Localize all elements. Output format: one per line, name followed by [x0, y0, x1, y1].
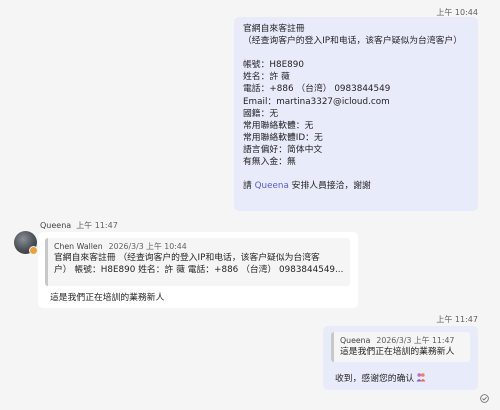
quoted-message[interactable]: Queena 2026/3/3 上午 11:47 這是我們正在培訓的業務新人: [331, 332, 470, 362]
message-line: [243, 47, 469, 59]
sent-message-bubble[interactable]: Queena 2026/3/3 上午 11:47 這是我們正在培訓的業務新人 收到…: [323, 326, 478, 390]
sender-name: Queena: [40, 221, 72, 230]
message-text-content: 收到，感谢您的确认: [335, 374, 415, 384]
message-line: 電話：+886 （台湾） 0983844549: [243, 84, 391, 95]
message-line: Email：martina3327@icloud.com: [243, 96, 390, 107]
message-timestamp: 上午 11:47: [436, 315, 478, 324]
received-message-bubble[interactable]: Chen Wallen 2026/3/3 上午 10:44 官網自來客註冊 （经查…: [38, 232, 358, 308]
sender-line: Queena 上午 11:47: [40, 220, 118, 231]
away-presence-icon: [29, 246, 38, 255]
message-line: 官網自來客註冊: [243, 24, 305, 34]
message-timestamp: 上午 11:47: [76, 221, 118, 230]
message-line: 有無入金：無: [243, 157, 296, 168]
avatar[interactable]: [14, 231, 38, 255]
message-text: 這是我們正在培訓的業務新人: [50, 293, 165, 303]
message-line: 姓名：許 薇: [243, 72, 290, 83]
message-line: 常用聯絡軟體：无: [243, 120, 314, 131]
message-closing-line: 請 Queena 安排人員接洽，謝謝: [243, 180, 469, 192]
quote-date: 2026/3/3 上午 10:44: [108, 242, 187, 251]
sent-message-bubble[interactable]: 官網自來客註冊 （经查询客户的登入IP和电话，该客户疑似为台湾客户） 帳號：H8E8…: [234, 17, 478, 211]
quote-header: Queena 2026/3/3 上午 11:47: [340, 335, 464, 346]
quote-text: 官網自來客註冊 （经查询客户的登入IP和电话，该客户疑似为台湾客: [54, 253, 320, 263]
seen-check-icon: [480, 394, 489, 403]
message-line: 語言偏好：简体中文: [243, 144, 323, 155]
quote-text: 這是我們正在培訓的業務新人: [340, 347, 455, 357]
people-emoji-icon: [416, 373, 426, 382]
message-line: 國籍：无: [243, 108, 279, 119]
quote-header: Chen Wallen 2026/3/3 上午 10:44: [54, 241, 344, 252]
quote-text: 户） 帳號：H8E890 姓名：許 薇 電話：+886 （台湾） 0983844…: [54, 265, 344, 275]
message-line: （经查询客户的登入IP和电话，该客户疑似为台湾客户）: [243, 36, 463, 47]
message-text: 收到，感谢您的确认: [335, 371, 426, 384]
message-line: [243, 168, 469, 180]
quoted-message[interactable]: Chen Wallen 2026/3/3 上午 10:44 官網自來客註冊 （经查…: [45, 238, 350, 286]
quote-author: Chen Wallen: [54, 242, 103, 251]
message-line: 帳號：H8E890: [243, 60, 304, 71]
quote-date: 2026/3/3 上午 11:47: [376, 336, 455, 345]
quote-author: Queena: [340, 336, 371, 345]
mention-link[interactable]: Queena: [255, 181, 289, 191]
message-line: 常用聯絡軟體ID：无: [243, 132, 323, 143]
closing-text: 請: [243, 181, 255, 192]
message-body: 官網自來客註冊 （经查询客户的登入IP和电话，该客户疑似为台湾客户） 帳號：H8E8…: [243, 23, 469, 180]
closing-text: 安排人員接洽，謝謝: [288, 181, 371, 192]
